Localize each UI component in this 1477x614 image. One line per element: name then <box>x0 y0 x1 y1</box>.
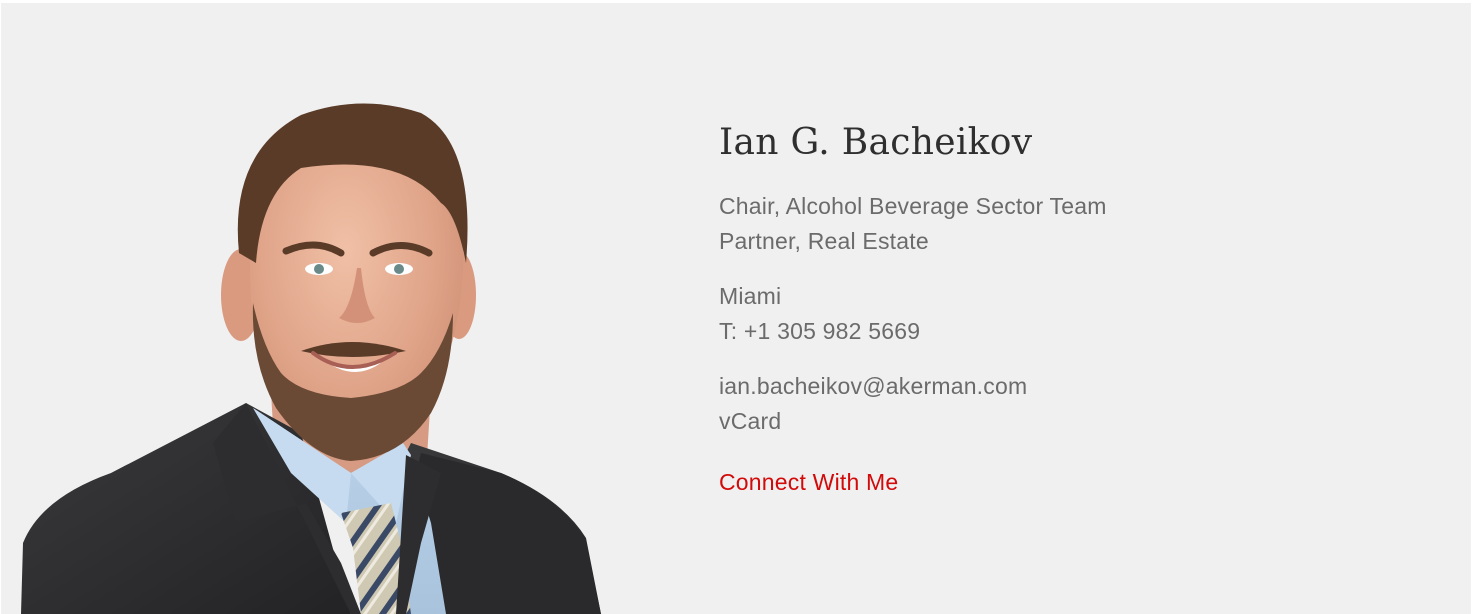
profile-hero: Ian G. Bacheikov Chair, Alcohol Beverage… <box>1 3 1471 614</box>
phone-number[interactable]: T: +1 305 982 5669 <box>719 314 1419 349</box>
profile-links: ian.bacheikov@akerman.com vCard <box>719 369 1419 439</box>
profile-name: Ian G. Bacheikov <box>719 122 1033 163</box>
connect-with-me-link[interactable]: Connect With Me <box>719 465 898 500</box>
profile-info: Ian G. Bacheikov Chair, Alcohol Beverage… <box>719 115 1419 500</box>
vcard-link[interactable]: vCard <box>719 404 1419 439</box>
profile-contact: Miami T: +1 305 982 5669 <box>719 279 1419 349</box>
title-line: Partner, Real Estate <box>719 228 929 254</box>
profile-titles: Chair, Alcohol Beverage Sector Team Part… <box>719 189 1419 259</box>
email-link[interactable]: ian.bacheikov@akerman.com <box>719 369 1419 404</box>
portrait-photo <box>21 103 641 614</box>
title-line: Chair, Alcohol Beverage Sector Team <box>719 193 1107 219</box>
office-location[interactable]: Miami <box>719 279 1419 314</box>
